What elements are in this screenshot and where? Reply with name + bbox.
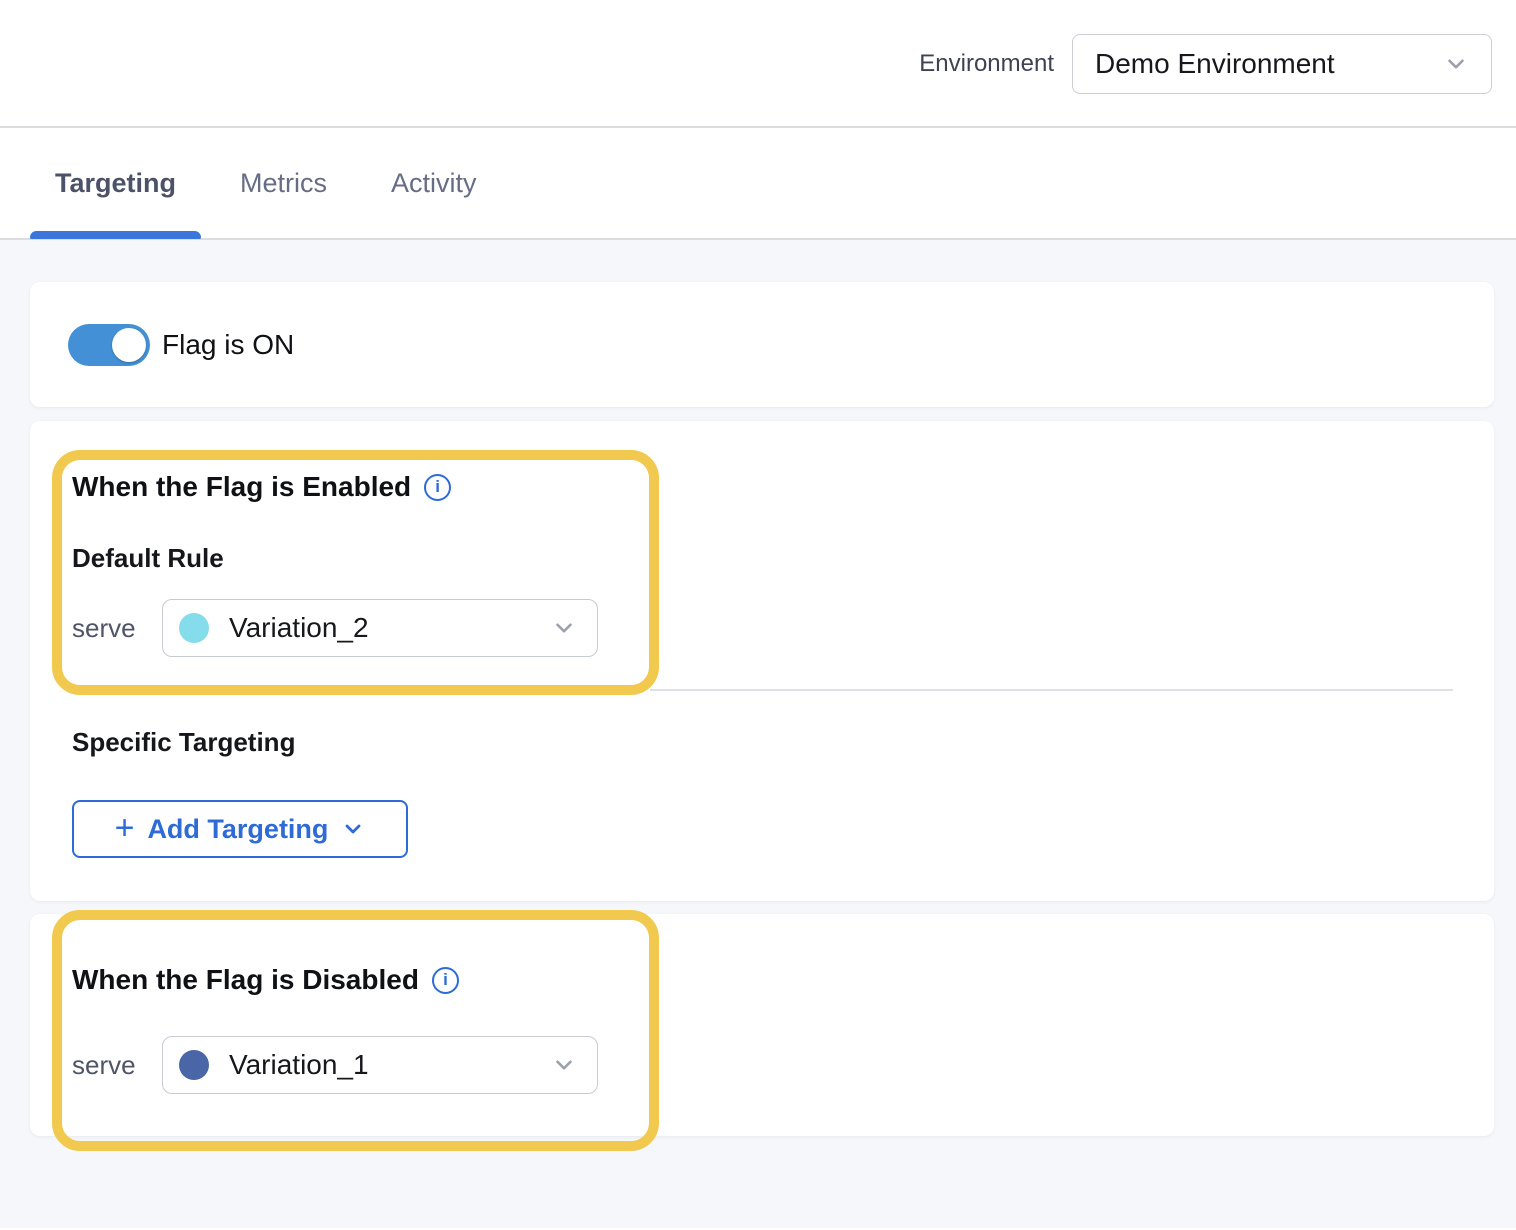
chevron-down-icon (341, 817, 365, 841)
chevron-down-icon (551, 1052, 577, 1078)
chevron-down-icon (551, 615, 577, 641)
flag-disabled-card: When the Flag is Disabled i serve Variat… (30, 914, 1494, 1136)
serve-label: serve (72, 613, 136, 644)
disabled-section-title-text: When the Flag is Disabled (72, 964, 419, 996)
environment-picker: Environment Demo Environment (919, 0, 1492, 128)
chevron-down-icon (1443, 51, 1469, 77)
environment-select[interactable]: Demo Environment (1072, 34, 1492, 94)
disabled-variation-select[interactable]: Variation_1 (162, 1036, 598, 1094)
default-rule-variation-value: Variation_2 (229, 612, 551, 644)
enabled-section-title-text: When the Flag is Enabled (72, 471, 411, 503)
section-divider (650, 689, 1453, 691)
default-rule-variation-select[interactable]: Variation_2 (162, 599, 598, 657)
flag-enabled-card: When the Flag is Enabled i Default Rule … (30, 421, 1494, 901)
default-rule-label: Default Rule (72, 543, 224, 574)
targeting-panel: Flag is ON When the Flag is Enabled i De… (0, 240, 1516, 1228)
flag-toggle[interactable] (68, 324, 150, 366)
flag-toggle-knob (112, 328, 146, 362)
specific-targeting-label: Specific Targeting (72, 727, 295, 758)
disabled-rule-highlight (52, 910, 659, 1151)
tab-metrics-label: Metrics (240, 168, 327, 199)
variation-2-dot-icon (179, 613, 209, 643)
environment-label: Environment (919, 50, 1054, 78)
active-tab-underline (30, 231, 201, 239)
add-targeting-button-label: Add Targeting (147, 814, 328, 845)
top-bar: Environment Demo Environment (0, 0, 1516, 128)
variation-1-dot-icon (179, 1050, 209, 1080)
add-targeting-button[interactable]: + Add Targeting (72, 800, 408, 858)
flag-state-card: Flag is ON (30, 282, 1494, 407)
info-icon[interactable]: i (424, 474, 451, 501)
info-icon[interactable]: i (432, 967, 459, 994)
serve-label: serve (72, 1050, 136, 1081)
tab-activity[interactable]: Activity (391, 127, 477, 239)
disabled-section-title: When the Flag is Disabled i (72, 964, 459, 996)
flag-state-label: Flag is ON (162, 324, 294, 366)
tab-targeting[interactable]: Targeting (55, 127, 176, 239)
disabled-variation-value: Variation_1 (229, 1049, 551, 1081)
enabled-section-title: When the Flag is Enabled i (72, 471, 451, 503)
environment-selected-value: Demo Environment (1095, 48, 1443, 80)
plus-icon: + (115, 811, 135, 845)
tab-activity-label: Activity (391, 168, 477, 199)
tab-metrics[interactable]: Metrics (240, 127, 327, 239)
tab-targeting-label: Targeting (55, 168, 176, 199)
tab-bar: Targeting Metrics Activity (0, 128, 1516, 240)
